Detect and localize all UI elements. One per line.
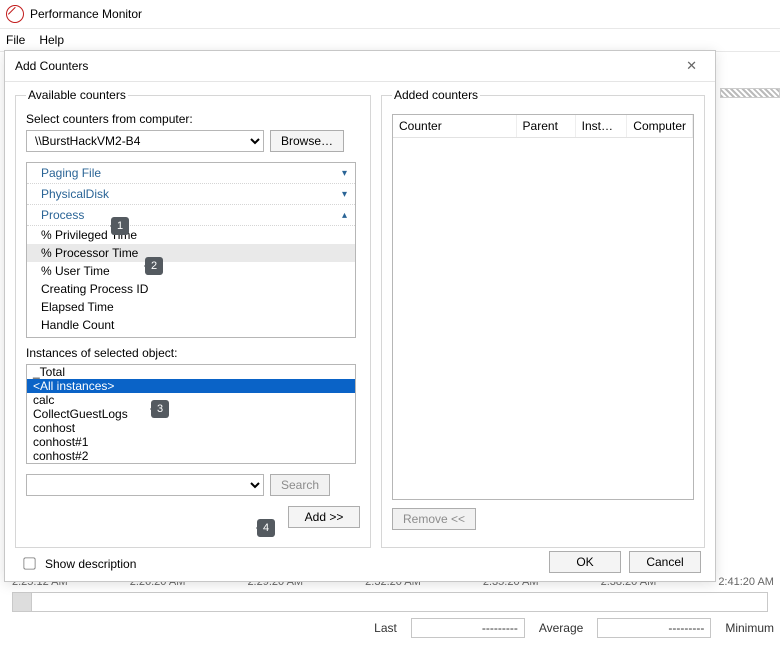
chevron-down-icon: ▾ — [342, 189, 347, 200]
counter-item[interactable]: Handle Count — [27, 316, 355, 334]
instance-item[interactable]: conhost — [27, 421, 355, 435]
select-computer-label: Select counters from computer: — [26, 112, 360, 126]
header-counter[interactable]: Counter — [393, 115, 517, 137]
ok-button[interactable]: OK — [549, 551, 621, 573]
added-table-header: Counter Parent Inst… Computer — [393, 115, 693, 138]
add-counters-dialog: Add Counters ✕ Available counters Select… — [4, 50, 716, 582]
minimum-label: Minimum — [725, 621, 774, 635]
search-combo[interactable] — [26, 474, 264, 496]
instance-item[interactable]: CPUSTRES — [27, 463, 355, 464]
instance-item[interactable]: calc — [27, 393, 355, 407]
counter-item[interactable]: Creating Process ID — [27, 280, 355, 298]
available-counters-legend: Available counters — [26, 88, 128, 102]
dialog-titlebar: Add Counters ✕ — [5, 51, 715, 82]
perfmon-icon — [6, 5, 24, 23]
added-counters-table[interactable]: Counter Parent Inst… Computer — [392, 114, 694, 500]
dialog-title: Add Counters — [15, 59, 88, 73]
header-inst[interactable]: Inst… — [576, 115, 628, 137]
cancel-button[interactable]: Cancel — [629, 551, 701, 573]
category-physicaldisk[interactable]: PhysicalDisk ▾ — [27, 184, 355, 205]
instance-item[interactable]: <All instances> — [27, 379, 355, 393]
instances-label: Instances of selected object: — [26, 346, 360, 360]
average-label: Average — [539, 621, 583, 635]
added-counters-legend: Added counters — [392, 88, 480, 102]
show-description-checkbox[interactable] — [23, 557, 35, 569]
menubar: File Help — [0, 29, 780, 52]
last-value: --------- — [411, 618, 525, 638]
counter-item[interactable]: % User Time — [27, 262, 355, 280]
instances-list[interactable]: _Total <All instances> calc CollectGuest… — [26, 364, 356, 464]
instance-item[interactable]: _Total — [27, 365, 355, 379]
instance-item[interactable]: CollectGuestLogs — [27, 407, 355, 421]
add-button[interactable]: Add >> — [288, 506, 360, 528]
average-value: --------- — [597, 618, 711, 638]
computer-combo[interactable]: \\BurstHackVM2-B4 — [26, 130, 264, 152]
counters-tree[interactable]: Paging File ▾ PhysicalDisk ▾ Process ▴ %… — [26, 162, 356, 338]
instance-item[interactable]: conhost#1 — [27, 435, 355, 449]
counter-item[interactable]: % Processor Time — [27, 244, 355, 262]
chevron-down-icon: ▾ — [342, 168, 347, 179]
close-icon[interactable]: ✕ — [678, 56, 705, 76]
show-description-label: Show description — [45, 557, 136, 571]
callout-3: 3 — [151, 400, 169, 418]
stats-bar: Last --------- Average --------- Minimum — [374, 618, 774, 638]
counter-item[interactable]: Elapsed Time — [27, 298, 355, 316]
callout-4: 4 — [257, 519, 275, 537]
titlebar: Performance Monitor — [0, 0, 780, 29]
menu-file[interactable]: File — [6, 33, 25, 47]
added-counters-group: Added counters Counter Parent Inst… Comp… — [381, 88, 705, 548]
time-slider[interactable] — [12, 592, 768, 612]
chevron-up-icon: ▴ — [342, 210, 347, 221]
category-process[interactable]: Process ▴ — [27, 205, 355, 226]
chart-hatch — [720, 88, 780, 98]
show-description-row: Show description — [19, 554, 136, 573]
callout-1: 1 — [111, 217, 129, 235]
header-computer[interactable]: Computer — [627, 115, 693, 137]
category-paging-file[interactable]: Paging File ▾ — [27, 163, 355, 184]
header-parent[interactable]: Parent — [517, 115, 576, 137]
search-button[interactable]: Search — [270, 474, 330, 496]
browse-button[interactable]: Browse… — [270, 130, 344, 152]
counter-item[interactable]: % Privileged Time — [27, 226, 355, 244]
window-title: Performance Monitor — [30, 7, 142, 21]
available-counters-group: Available counters Select counters from … — [15, 88, 371, 548]
remove-button[interactable]: Remove << — [392, 508, 476, 530]
last-label: Last — [374, 621, 397, 635]
instance-item[interactable]: conhost#2 — [27, 449, 355, 463]
menu-help[interactable]: Help — [39, 33, 64, 47]
callout-2: 2 — [145, 257, 163, 275]
